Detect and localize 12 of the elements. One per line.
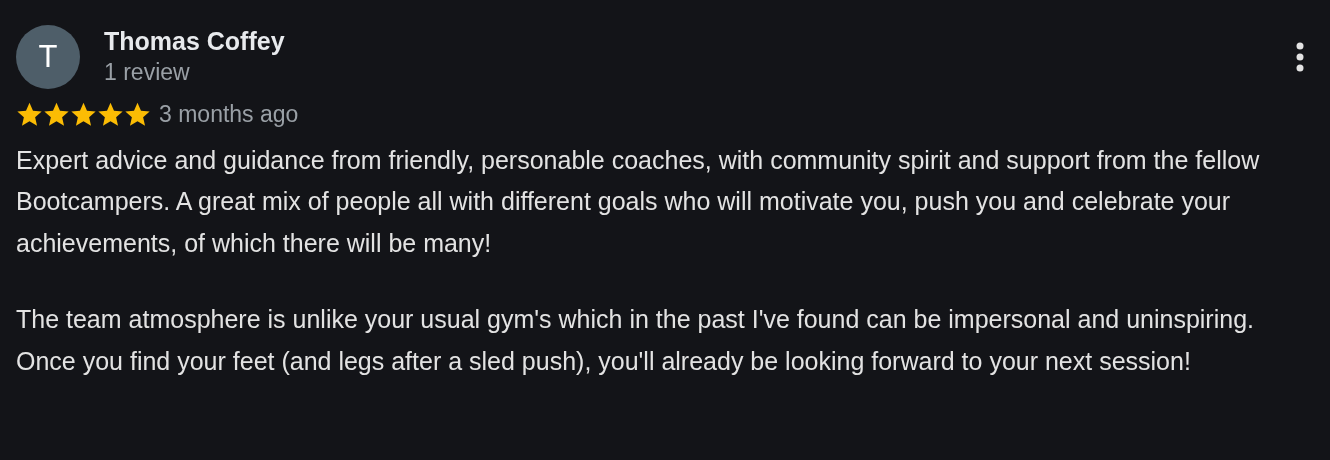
star-icon (70, 100, 97, 128)
review-date: 3 months ago (159, 100, 299, 129)
star-icon (124, 100, 151, 128)
review-paragraph: Expert advice and guidance from friendly, personable coaches, with community spirit and support from the fellow Bootcampers. A great mix of people all with different goals who will motivate you, push you and celebrate your achievements, of which there will be many! (16, 144, 1261, 259)
avatar: T (16, 25, 80, 89)
more-vertical-icon (1296, 41, 1304, 73)
review-count: 1 review (104, 58, 191, 87)
star-icon (43, 100, 70, 128)
review-paragraph: The team atmosphere is unlike your usual gym's which in the past I've found can be impersonal and uninspiring. Once you find your feet (and legs after a sled push), you'll already be looking forward to your next session! (16, 304, 1255, 377)
star-icon (97, 100, 124, 128)
author-name[interactable]: Thomas Coffey (104, 25, 1286, 57)
star-icon (16, 100, 43, 128)
